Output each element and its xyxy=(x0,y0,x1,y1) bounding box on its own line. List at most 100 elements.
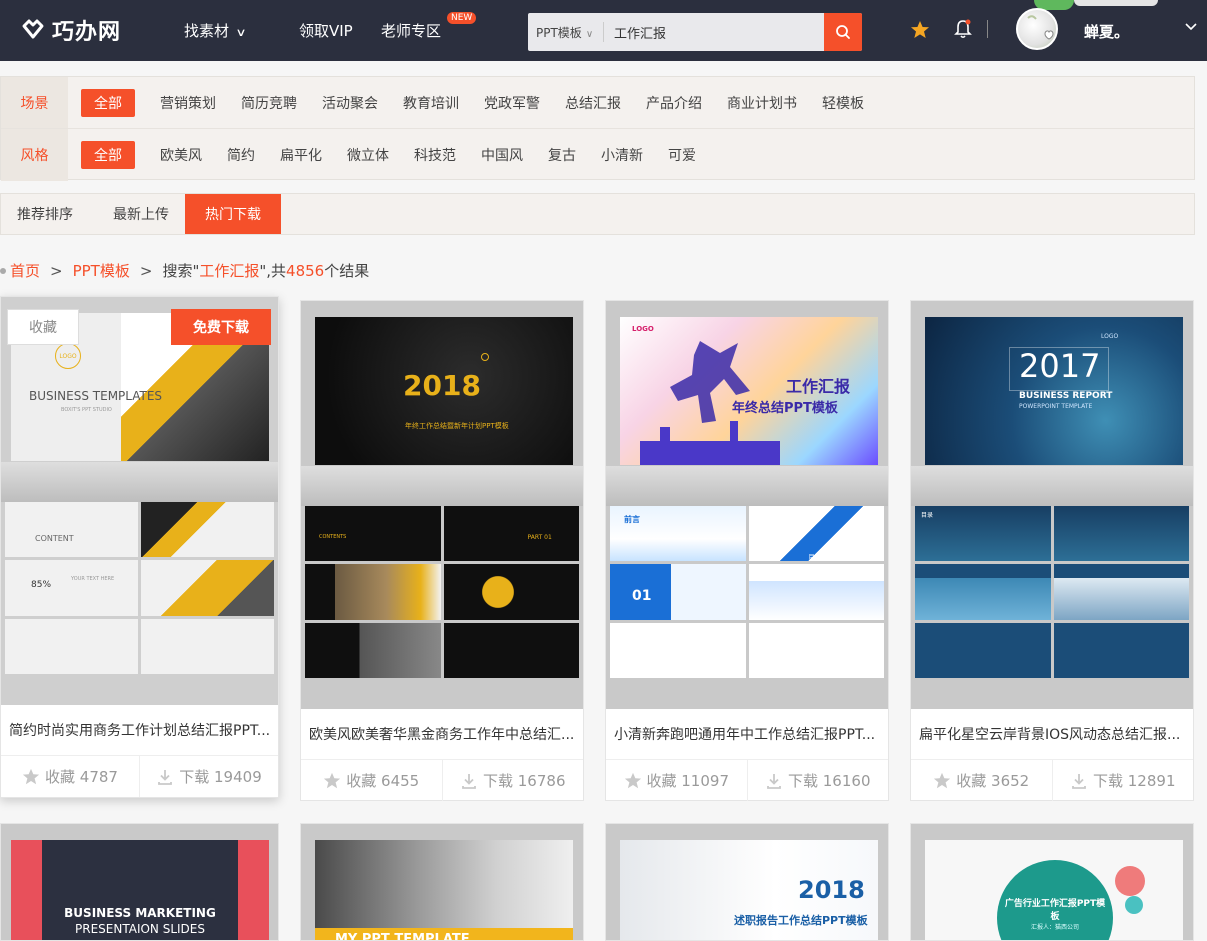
template-title[interactable]: 小清新奔跑吧通用年中工作总结汇报PPT... xyxy=(606,709,888,759)
style-option-cute[interactable]: 可爱 xyxy=(668,145,696,165)
template-title[interactable]: 扁平化星空云岸背景IOS风动态总结汇报... xyxy=(911,709,1193,759)
template-thumbnail[interactable]: BUSINESS MARKETING PRESENTAION SLIDES xyxy=(1,824,278,940)
scene-option-government[interactable]: 党政军警 xyxy=(484,93,540,113)
chevron-down-icon[interactable] xyxy=(1184,20,1198,34)
table-backdrop xyxy=(911,466,1193,506)
scene-option-summary[interactable]: 总结汇报 xyxy=(565,93,621,113)
preview-slide: 目录 xyxy=(915,506,1051,562)
preview-slide xyxy=(305,622,441,679)
preview-slide: 85% YOUR TEXT HERE xyxy=(5,560,138,616)
favorite-count[interactable]: 收藏 11097 xyxy=(606,760,748,801)
sort-recommended[interactable]: 推荐排序 xyxy=(1,194,89,234)
free-download-button[interactable]: 免费下载 xyxy=(171,309,271,345)
template-thumbnail[interactable]: MY PPT TEMPLATE xyxy=(301,824,583,940)
preview-slide xyxy=(141,560,274,616)
cover-subheading: 年终总结PPT模板 xyxy=(732,401,838,416)
cover-year: 2018 xyxy=(798,876,865,904)
download-count[interactable]: 下载 12891 xyxy=(1053,760,1194,801)
style-option-all[interactable]: 全部 xyxy=(81,141,135,169)
template-card[interactable]: 2018 述职报告工作总结PPT模板 xyxy=(605,823,889,941)
template-card[interactable]: BUSINESS MARKETING PRESENTAION SLIDES xyxy=(0,823,279,941)
header-tab-edge xyxy=(1074,0,1158,6)
breadcrumb-home[interactable]: 首页 xyxy=(10,260,40,281)
template-title[interactable]: 欧美风欧美奢华黑金商务工作年中总结汇... xyxy=(301,709,583,759)
style-option-simple[interactable]: 简约 xyxy=(227,145,255,165)
favorites-star-icon[interactable] xyxy=(910,20,930,40)
scene-option-resume[interactable]: 简历竞聘 xyxy=(241,93,297,113)
breadcrumb: 首页 > PPT模板 > 搜索" 工作汇报 ",共 4856 个结果 xyxy=(0,260,369,281)
search-button[interactable] xyxy=(824,13,862,51)
scene-option-business-plan[interactable]: 商业计划书 xyxy=(727,93,797,113)
search-input[interactable] xyxy=(614,13,822,51)
template-card[interactable]: MY PPT TEMPLATE xyxy=(300,823,584,941)
favorite-button[interactable]: 收藏 xyxy=(7,309,79,345)
favorite-count-label: 收藏 11097 xyxy=(646,772,730,790)
template-thumbnail[interactable]: 广告行业工作汇报PPT模板 汇报人：猫西公司 xyxy=(911,824,1193,940)
template-card[interactable]: 广告行业工作汇报PPT模板 汇报人：猫西公司 xyxy=(910,823,1194,941)
download-count[interactable]: 下载 16786 xyxy=(443,760,584,801)
cover-heading: BUSINESS TEMPLATES xyxy=(29,389,163,403)
scene-option-product[interactable]: 产品介绍 xyxy=(646,93,702,113)
template-title[interactable]: 简约时尚实用商务工作计划总结汇报PPT... xyxy=(1,705,278,755)
style-option-chinese[interactable]: 中国风 xyxy=(481,145,523,165)
download-count-label: 下载 16786 xyxy=(483,772,566,790)
style-option-micro-3d[interactable]: 微立体 xyxy=(347,145,389,165)
preview-slide: 01 xyxy=(610,564,746,620)
search-bar: PPT模板 ∨ xyxy=(528,13,862,51)
template-thumbnail[interactable]: 2018 述职报告工作总结PPT模板 xyxy=(606,824,888,940)
template-thumbnail[interactable]: LOGO 2017 BUSINESS REPORT POWERPOINT TEM… xyxy=(911,301,1193,709)
style-option-western[interactable]: 欧美风 xyxy=(160,145,202,165)
notification-bell-icon[interactable] xyxy=(953,18,973,40)
preview-slide xyxy=(443,622,579,679)
sort-newest[interactable]: 最新上传 xyxy=(89,194,185,234)
preview-slide xyxy=(141,502,274,558)
favorite-count[interactable]: 收藏 6455 xyxy=(301,760,443,801)
search-icon xyxy=(836,25,850,39)
cover-slide: MY PPT TEMPLATE xyxy=(315,840,573,940)
site-logo[interactable]: 巧办网 xyxy=(20,14,121,46)
cover-subheading: POWERPOINT TEMPLATE xyxy=(1019,403,1093,410)
scene-option-education[interactable]: 教育培训 xyxy=(403,93,459,113)
nav-find-materials[interactable]: 找素材 ∨ xyxy=(184,20,247,41)
style-option-flat[interactable]: 扁平化 xyxy=(280,145,322,165)
sort-popular-downloads[interactable]: 热门下载 xyxy=(185,194,281,234)
search-category-select[interactable]: PPT模板 ∨ xyxy=(536,24,593,41)
template-card[interactable]: LOGO 2017 BUSINESS REPORT POWERPOINT TEM… xyxy=(910,300,1194,801)
template-card[interactable]: 2018 年终工作总结暨新年计划PPT模板 CONTENTS PART 01 欧… xyxy=(300,300,584,801)
template-thumbnail[interactable]: LOGO BUSINESS TEMPLATES BOXIT'S PPT STUD… xyxy=(1,297,278,705)
template-thumbnail[interactable]: 2018 年终工作总结暨新年计划PPT模板 CONTENTS PART 01 xyxy=(301,301,583,709)
cover-slide: LOGO 2017 BUSINESS REPORT POWERPOINT TEM… xyxy=(925,317,1183,465)
style-option-retro[interactable]: 复古 xyxy=(548,145,576,165)
preview-slide xyxy=(748,622,884,679)
scene-option-events[interactable]: 活动聚会 xyxy=(322,93,378,113)
download-count[interactable]: 下载 19409 xyxy=(140,756,278,797)
style-option-tech[interactable]: 科技范 xyxy=(414,145,456,165)
nav-get-vip[interactable]: 领取VIP xyxy=(299,20,353,41)
style-option-fresh[interactable]: 小清新 xyxy=(601,145,643,165)
scene-option-all[interactable]: 全部 xyxy=(81,88,135,117)
cover-subheading: 汇报人：猫西公司 xyxy=(1030,924,1079,931)
preview-text: 目录 xyxy=(808,554,821,561)
favorite-count-label: 收藏 6455 xyxy=(346,772,420,790)
filter-label-style: 风格 xyxy=(1,129,68,181)
favorite-count[interactable]: 收藏 4787 xyxy=(1,756,140,797)
download-count[interactable]: 下载 16160 xyxy=(748,760,889,801)
table-backdrop xyxy=(301,466,583,506)
template-card[interactable]: LOGO 工作汇报 年终总结PPT模板 前言 目录 01 小清新奔跑吧通用年中工… xyxy=(605,300,889,801)
breadcrumb-ppt-templates[interactable]: PPT模板 xyxy=(73,260,130,281)
cover-subheading: PRESENTAION SLIDES xyxy=(75,922,205,936)
favorite-count[interactable]: 收藏 3652 xyxy=(911,760,1053,801)
logo-icon xyxy=(22,19,44,39)
cover-logo-mark: LOGO xyxy=(1101,333,1119,340)
scene-option-light[interactable]: 轻模板 xyxy=(822,93,864,113)
scene-option-marketing[interactable]: 营销策划 xyxy=(160,93,216,113)
template-card[interactable]: LOGO BUSINESS TEMPLATES BOXIT'S PPT STUD… xyxy=(0,296,279,798)
user-avatar[interactable] xyxy=(1016,8,1058,50)
nav-find-materials-label: 找素材 xyxy=(184,22,230,40)
username[interactable]: 蝉夏。 xyxy=(1084,21,1129,42)
template-thumbnail[interactable]: LOGO 工作汇报 年终总结PPT模板 前言 目录 01 xyxy=(606,301,888,709)
search-category-label: PPT模板 xyxy=(536,26,582,40)
star-icon xyxy=(22,768,40,784)
nav-teacher-zone[interactable]: 老师专区 xyxy=(381,20,441,41)
filter-row-scene: 场景 全部 营销策划 简历竞聘 活动聚会 教育培训 党政军警 总结汇报 产品介绍… xyxy=(1,77,1194,129)
